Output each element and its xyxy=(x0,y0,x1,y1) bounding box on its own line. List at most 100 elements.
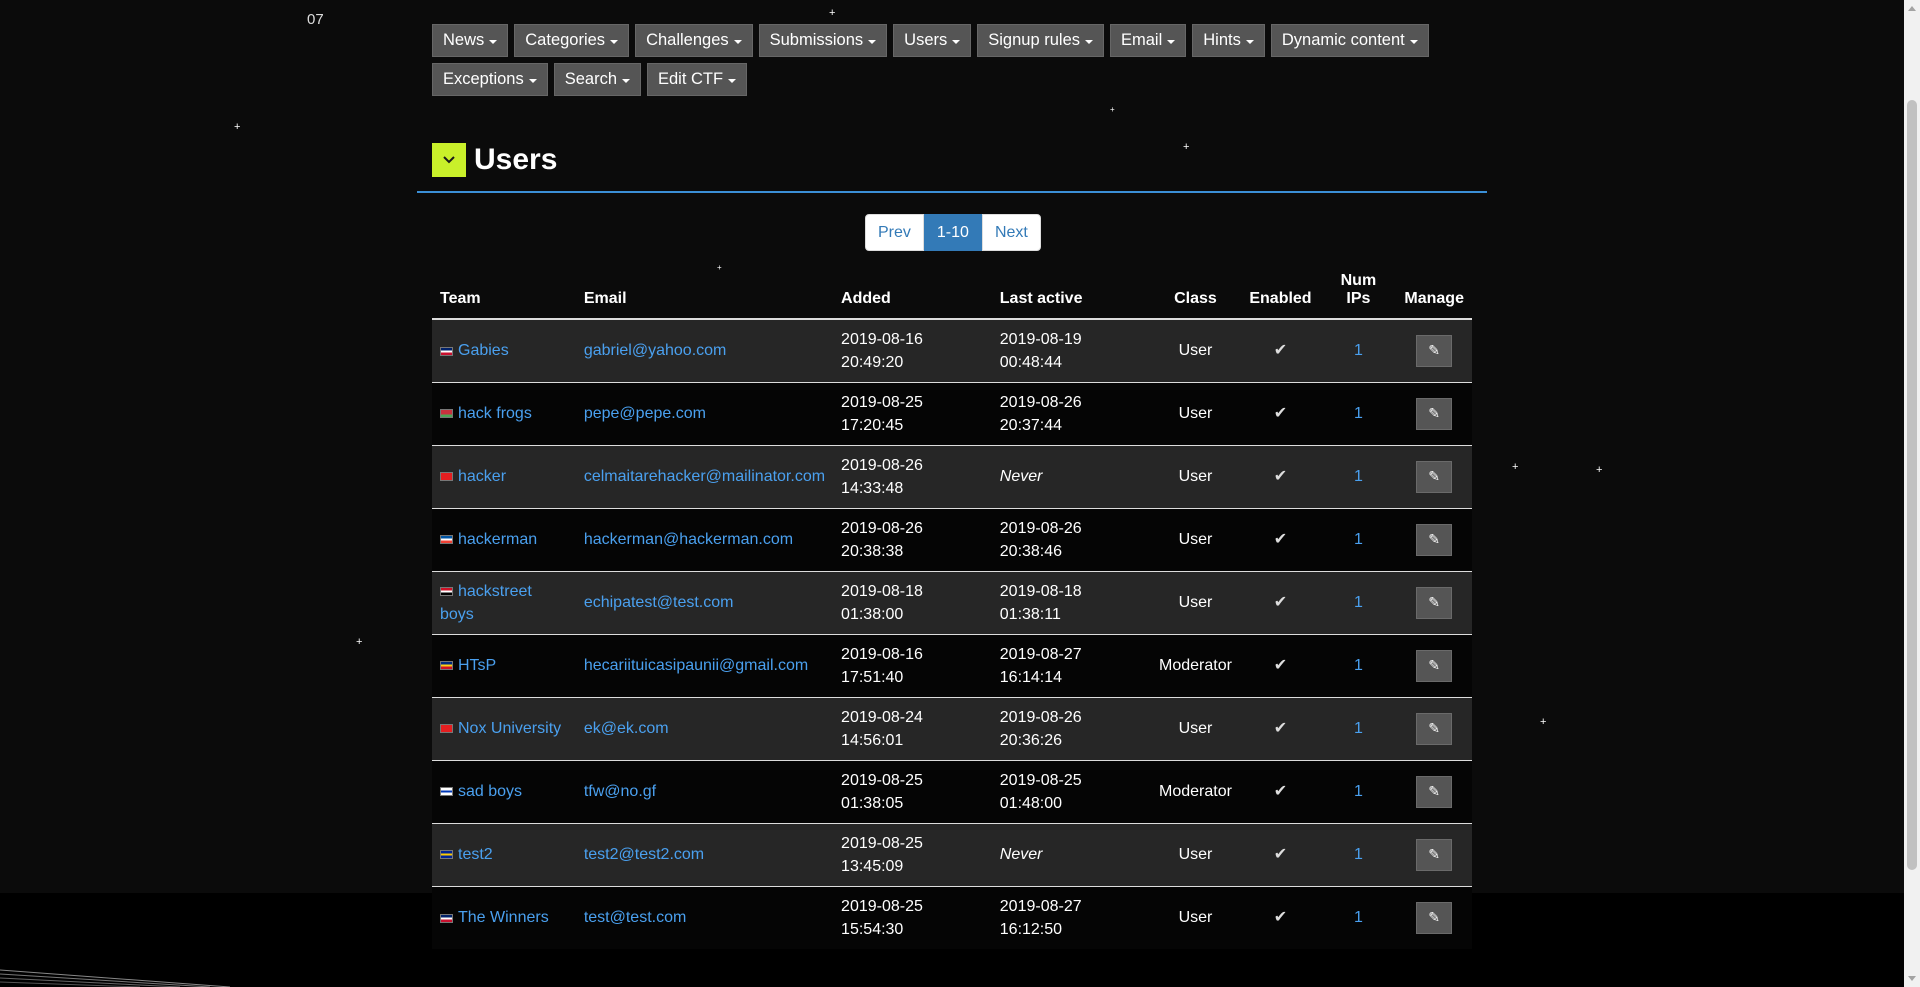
cell-added: 2019-08-25 15:54:30 xyxy=(833,885,992,949)
email-link[interactable]: pepe@pepe.com xyxy=(584,405,706,422)
edit-user-button[interactable]: ✎ xyxy=(1416,334,1453,367)
check-icon: ✔ xyxy=(1273,342,1288,360)
num-ips-link[interactable]: 1 xyxy=(1354,846,1363,863)
added-date: 2019-08-25 xyxy=(841,393,923,411)
edit-user-button[interactable]: ✎ xyxy=(1416,838,1453,871)
star-decoration: + xyxy=(1596,464,1603,476)
country-flag-icon xyxy=(440,787,453,797)
menu-submissions[interactable]: Submissions xyxy=(758,24,888,57)
header-last-active[interactable]: Last active xyxy=(991,262,1151,320)
email-link[interactable]: test2@test2.com xyxy=(584,846,704,863)
team-link[interactable]: hackerman xyxy=(458,531,537,548)
last-active-date: 2019-08-27 xyxy=(999,897,1082,915)
menu-hints[interactable]: Hints xyxy=(1192,24,1265,57)
pagination-prev[interactable]: Prev xyxy=(865,214,924,251)
added-time: 01:38:00 xyxy=(841,605,904,623)
scroll-up-arrow-icon[interactable] xyxy=(1908,6,1916,11)
menu-users[interactable]: Users xyxy=(893,24,972,57)
collapse-toggle-button[interactable] xyxy=(432,143,466,177)
menu-search[interactable]: Search xyxy=(553,63,641,96)
team-link[interactable]: hackstreet boys xyxy=(440,583,532,623)
email-link[interactable]: echipatest@test.com xyxy=(584,594,734,611)
header-added[interactable]: Added xyxy=(833,262,992,320)
team-link[interactable]: hack frogs xyxy=(458,405,532,422)
corner-label: 07 xyxy=(307,11,324,28)
menu-edit-ctf[interactable]: Edit CTF xyxy=(647,63,748,96)
header-team[interactable]: Team xyxy=(432,262,576,320)
num-ips-link[interactable]: 1 xyxy=(1354,342,1363,359)
cell-added: 2019-08-16 17:51:40 xyxy=(833,633,992,697)
cell-class: Moderator xyxy=(1150,759,1241,823)
table-row: hackerman hackerman@hackerman.com 2019-0… xyxy=(432,507,1472,571)
cell-email: hackerman@hackerman.com xyxy=(575,507,834,571)
num-ips-link[interactable]: 1 xyxy=(1354,531,1363,548)
num-ips-link[interactable]: 1 xyxy=(1354,405,1363,422)
team-link[interactable]: Nox University xyxy=(458,720,561,737)
num-ips-link[interactable]: 1 xyxy=(1354,783,1363,800)
num-ips-link[interactable]: 1 xyxy=(1354,909,1363,926)
menu-dynamic-content[interactable]: Dynamic content xyxy=(1270,24,1429,57)
added-time: 15:54:30 xyxy=(841,920,904,938)
cell-enabled: ✔ xyxy=(1240,381,1321,445)
email-link[interactable]: hackerman@hackerman.com xyxy=(584,531,793,548)
check-icon: ✔ xyxy=(1273,909,1288,927)
email-link[interactable]: hecariituicasipaunii@gmail.com xyxy=(584,657,808,674)
num-ips-link[interactable]: 1 xyxy=(1354,720,1363,737)
menu-label: Categories xyxy=(525,31,606,49)
pagination-current[interactable]: 1-10 xyxy=(923,214,982,251)
num-ips-link[interactable]: 1 xyxy=(1354,468,1363,485)
edit-user-button[interactable]: ✎ xyxy=(1416,712,1453,745)
added-time: 20:49:20 xyxy=(841,353,904,371)
edit-user-button[interactable]: ✎ xyxy=(1416,901,1453,934)
header-num-ips[interactable]: Num IPs xyxy=(1320,262,1397,320)
edit-user-button[interactable]: ✎ xyxy=(1416,775,1453,808)
edit-user-button[interactable]: ✎ xyxy=(1416,649,1453,682)
menu-challenges[interactable]: Challenges xyxy=(635,24,753,57)
added-date: 2019-08-25 xyxy=(841,771,923,789)
header-class[interactable]: Class xyxy=(1150,262,1241,320)
edit-user-button[interactable]: ✎ xyxy=(1416,523,1453,556)
email-link[interactable]: tfw@no.gf xyxy=(584,783,656,800)
edit-user-button[interactable]: ✎ xyxy=(1416,586,1453,619)
menu-exceptions[interactable]: Exceptions xyxy=(432,63,548,96)
last-active-date: 2019-08-25 xyxy=(999,771,1082,789)
email-link[interactable]: ek@ek.com xyxy=(584,720,669,737)
email-link[interactable]: test@test.com xyxy=(584,909,687,926)
pagination-next[interactable]: Next xyxy=(981,214,1041,251)
cell-email: echipatest@test.com xyxy=(575,570,834,634)
menu-email[interactable]: Email xyxy=(1110,24,1187,57)
edit-user-button[interactable]: ✎ xyxy=(1416,397,1453,430)
header-enabled[interactable]: Enabled xyxy=(1240,262,1321,320)
country-flag-icon xyxy=(440,535,453,545)
edit-user-button[interactable]: ✎ xyxy=(1416,460,1453,493)
country-flag-icon xyxy=(440,346,453,356)
team-link[interactable]: hacker xyxy=(458,468,506,485)
header-email[interactable]: Email xyxy=(575,262,834,320)
scrollbar-thumb[interactable] xyxy=(1907,100,1917,870)
team-link[interactable]: Gabies xyxy=(458,342,509,359)
page-scrollbar[interactable] xyxy=(1904,0,1920,987)
menu-news[interactable]: News xyxy=(432,24,509,57)
cell-class: User xyxy=(1150,444,1241,508)
cell-added: 2019-08-18 01:38:00 xyxy=(833,570,992,634)
country-flag-icon xyxy=(440,913,453,923)
cell-team: hack frogs xyxy=(432,381,576,445)
team-link[interactable]: sad boys xyxy=(458,783,522,800)
caret-down-icon xyxy=(1167,39,1176,44)
cell-added: 2019-08-16 20:49:20 xyxy=(833,318,992,382)
team-link[interactable]: test2 xyxy=(458,846,493,863)
num-ips-link[interactable]: 1 xyxy=(1354,657,1363,674)
menu-categories[interactable]: Categories xyxy=(514,24,630,57)
header-manage: Manage xyxy=(1396,262,1472,320)
team-link[interactable]: HTsP xyxy=(458,657,496,674)
menu-label: Signup rules xyxy=(988,31,1080,49)
menu-signup-rules[interactable]: Signup rules xyxy=(977,24,1104,57)
email-link[interactable]: celmaitarehacker@mailinator.com xyxy=(584,468,825,485)
email-link[interactable]: gabriel@yahoo.com xyxy=(584,342,727,359)
star-decoration: + xyxy=(829,7,836,19)
num-ips-link[interactable]: 1 xyxy=(1354,594,1363,611)
team-link[interactable]: The Winners xyxy=(458,909,549,926)
cell-enabled: ✔ xyxy=(1240,507,1321,571)
scroll-down-arrow-icon[interactable] xyxy=(1908,976,1916,981)
added-time: 17:51:40 xyxy=(841,668,904,686)
